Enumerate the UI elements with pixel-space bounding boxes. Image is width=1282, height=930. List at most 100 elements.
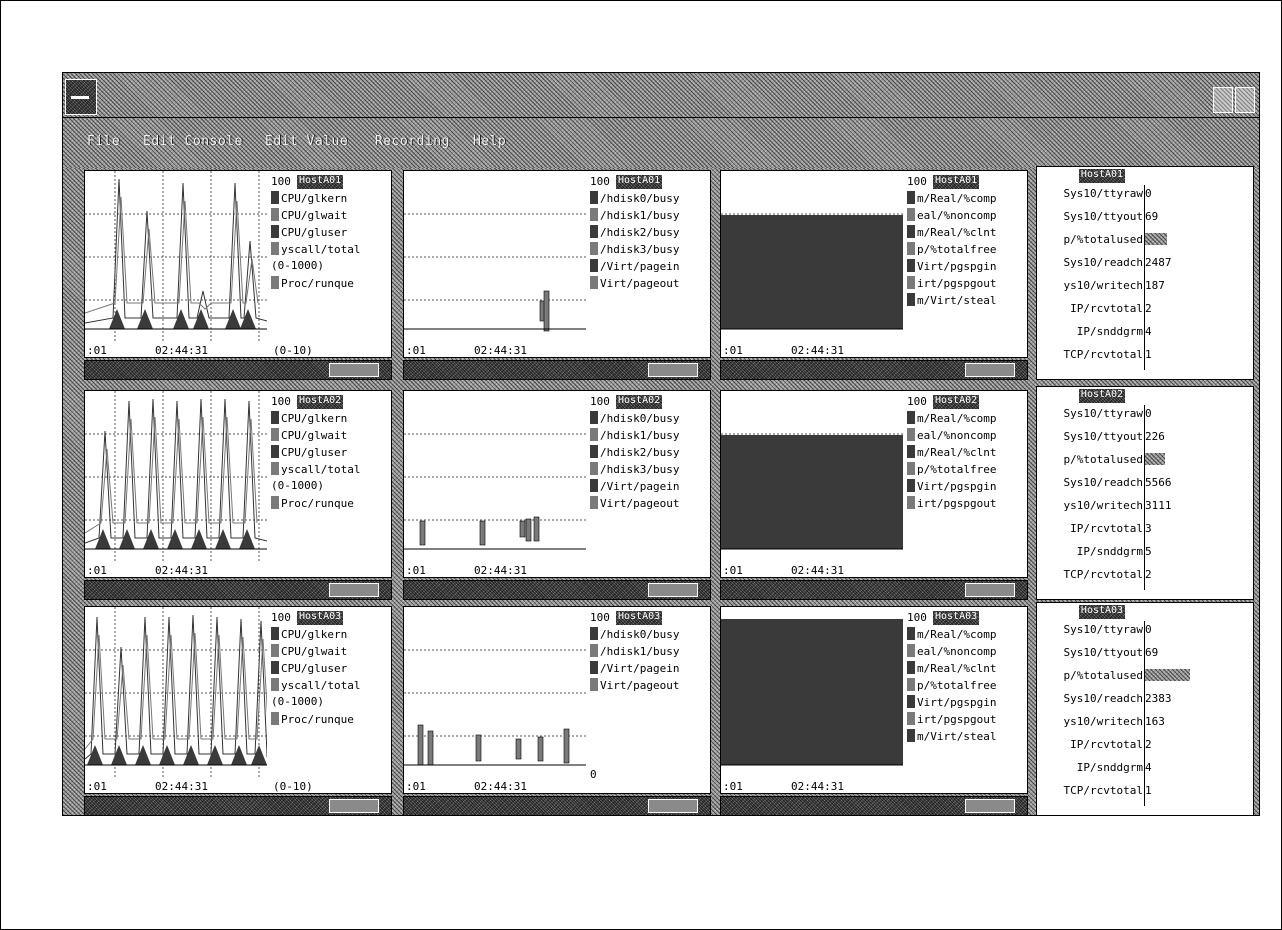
totalused-bar [1145, 669, 1190, 681]
series-swatch [907, 411, 915, 424]
legend-entry: yscall/total [271, 242, 360, 257]
stat-value [1145, 231, 1245, 248]
panel-scrollbar[interactable] [403, 796, 711, 816]
legend-label: /hdisk2/busy [600, 446, 680, 459]
stat-key: Sys10/ttyraw [1063, 407, 1143, 420]
time-start-label: :01 [87, 780, 107, 793]
runqueue-area [207, 745, 223, 765]
stats-table: HostA03 Sys10/ttyraw 0 Sys10/ttyout 69 p/%tot… [1036, 602, 1254, 816]
stat-key: TCP/rcvtotal [1063, 784, 1143, 797]
legend-label: CPU/glwait [281, 429, 348, 442]
legend-label: (0-1000) [271, 259, 324, 272]
host-tag: HostA02 [1079, 389, 1125, 403]
legend-entry: CPU/glwait [271, 208, 347, 223]
legend-label: Virt/pageout [600, 679, 680, 692]
stat-value: 226 [1145, 430, 1165, 443]
series-swatch [907, 445, 915, 458]
scrollbar-thumb[interactable] [965, 583, 1015, 597]
stat-key: Sys10/ttyraw [1063, 187, 1143, 200]
stat-key: Sys10/ttyout [1063, 646, 1143, 659]
panel-scrollbar[interactable] [720, 796, 1028, 816]
minimize-button[interactable] [1213, 87, 1233, 113]
legend-entry: m/Virt/steal [907, 729, 996, 744]
panel-scrollbar[interactable] [720, 580, 1028, 600]
scrollbar-thumb[interactable] [648, 363, 698, 377]
scrollbar-thumb[interactable] [965, 799, 1015, 813]
memory-chart [721, 433, 903, 550]
stat-key: ys10/writech [1063, 279, 1143, 292]
host-tag: HostA03 [933, 611, 979, 625]
table-row: Sys10/ttyraw 0 [1037, 621, 1253, 638]
host-tag: HostA01 [616, 175, 662, 189]
time-mid-label: 02:44:31 [155, 344, 208, 357]
legend-scale: 100 [271, 395, 291, 408]
disk-bar [525, 518, 532, 542]
time-start-label: :01 [723, 564, 743, 577]
host-tag: HostA01 [297, 175, 343, 189]
legend-label: /hdisk0/busy [600, 412, 680, 425]
panel-scrollbar[interactable] [84, 796, 392, 816]
stat-value [1145, 667, 1245, 684]
system-menu-button[interactable] [65, 79, 97, 115]
legend-entry: /hdisk0/busy [590, 627, 679, 642]
legend-label: m/Virt/steal [917, 730, 997, 743]
menu-file[interactable]: File [87, 134, 120, 149]
table-row: IP/rcvtotal 3 [1037, 520, 1253, 537]
legend-entry: CPU/glkern [271, 191, 347, 206]
legend-entry: p/%totalfree [907, 242, 996, 257]
monitor-panel-disk: 100 HostA03/hdisk0/busy/hdisk1/busy/Virt/… [403, 606, 711, 794]
scrollbar-thumb[interactable] [329, 799, 379, 813]
runqueue-area [167, 529, 183, 549]
menu-edit-console[interactable]: Edit Console [143, 134, 243, 149]
host-tag: HostA03 [297, 611, 343, 625]
time-mid-label: 02:44:31 [155, 564, 208, 577]
series-swatch [271, 208, 279, 221]
series-swatch [590, 191, 598, 204]
legend-entry: CPU/gluser [271, 661, 347, 676]
legend-entry: Virt/pgspgin [907, 695, 996, 710]
menu-recording[interactable]: Recording [375, 134, 450, 149]
legend-label: (0-1000) [271, 695, 324, 708]
panel-scrollbar[interactable] [403, 580, 711, 600]
table-row: TCP/rcvtotal 1 [1037, 782, 1253, 799]
panel-scrollbar[interactable] [84, 580, 392, 600]
series-swatch [907, 276, 915, 289]
legend-label: m/Real/%comp [917, 628, 997, 641]
series-swatch [590, 208, 598, 221]
legend-label: CPU/glkern [281, 412, 348, 425]
title-bar[interactable] [63, 73, 1259, 118]
table-row: Sys10/ttyout 69 [1037, 208, 1253, 225]
scrollbar-thumb[interactable] [329, 363, 379, 377]
stat-key: IP/rcvtotal [1070, 738, 1143, 751]
scrollbar-thumb[interactable] [648, 583, 698, 597]
legend-entry: irt/pgspgout [907, 712, 996, 727]
panel-scrollbar[interactable] [403, 360, 711, 380]
stat-value: 0 [1145, 407, 1152, 420]
legend-label: CPU/gluser [281, 446, 348, 459]
legend-label: /hdisk1/busy [600, 429, 680, 442]
series-swatch [907, 479, 915, 492]
scrollbar-thumb[interactable] [329, 583, 379, 597]
scrollbar-thumb[interactable] [648, 799, 698, 813]
legend-scale: 100 [271, 175, 291, 188]
disk-bar [515, 738, 522, 760]
series-swatch [271, 627, 279, 640]
host-tag: HostA02 [933, 395, 979, 409]
menu-edit-value[interactable]: Edit Value [265, 134, 348, 149]
legend-entry: /hdisk3/busy [590, 462, 679, 477]
series-swatch [907, 695, 915, 708]
runqueue-area [137, 309, 153, 329]
disk-bar [479, 520, 486, 546]
table-row: IP/snddgrm 4 [1037, 323, 1253, 340]
scrollbar-thumb[interactable] [965, 363, 1015, 377]
menu-help[interactable]: Help [473, 134, 506, 149]
runqueue-area [159, 745, 175, 765]
monitor-panel-cpu: 100 HostA01 CPU/glkern CPU/glwait CPU/gluser… [84, 170, 392, 358]
panel-scrollbar[interactable] [720, 360, 1028, 380]
panel-scrollbar[interactable] [84, 360, 392, 380]
maximize-button[interactable] [1235, 87, 1255, 113]
table-row: TCP/rcvtotal 2 [1037, 566, 1253, 583]
disk-bar [427, 730, 434, 766]
series-swatch [271, 496, 279, 509]
series-swatch [907, 496, 915, 509]
